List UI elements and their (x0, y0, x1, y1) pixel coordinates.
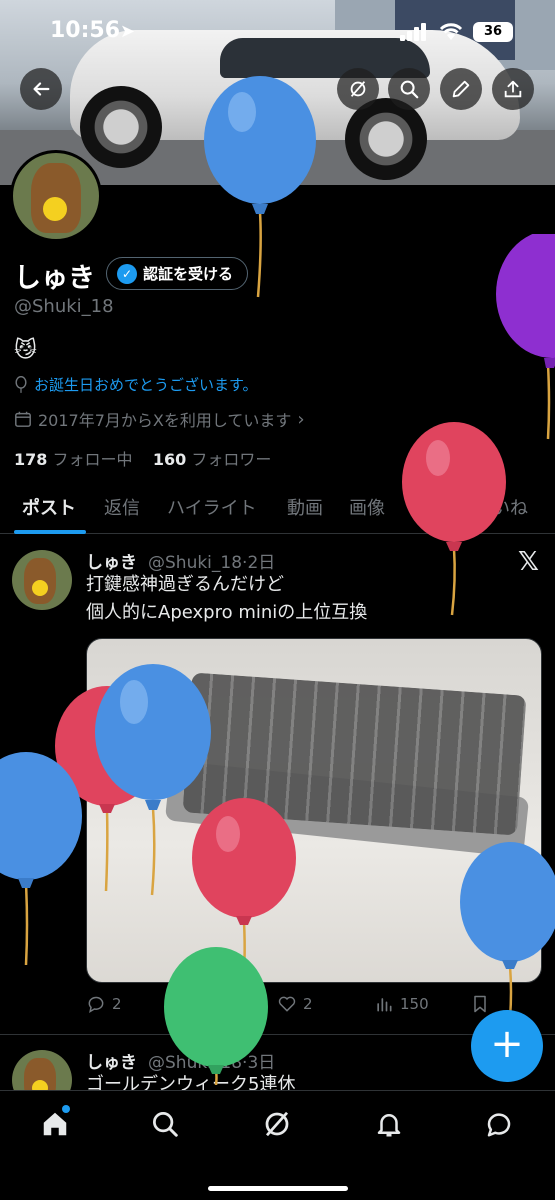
following-link[interactable]: 178 フォロー中 (14, 450, 133, 469)
banner-car-wheel (80, 86, 162, 168)
balloon-decoration (0, 752, 82, 966)
location-arrow-icon: ➤ (120, 21, 136, 42)
profile-handle: @Shuki_18 (14, 296, 114, 317)
back-button[interactable] (20, 68, 62, 110)
reply-button[interactable]: 2 (86, 994, 122, 1014)
tab-images[interactable]: 画像 (349, 494, 385, 520)
notification-dot (62, 1105, 70, 1113)
share-button[interactable] (492, 68, 534, 110)
share-icon (504, 80, 522, 98)
bottom-navigation (0, 1090, 555, 1200)
grok-icon (350, 81, 366, 97)
chevron-right-icon: › (297, 408, 305, 430)
search-icon (153, 1112, 178, 1137)
post-text-line: 打鍵感神過ぎるんだけど (86, 574, 284, 595)
followers-count: 160 (152, 450, 187, 469)
verified-badge-icon: ✓ (117, 263, 137, 284)
profile-bio: 😼 (14, 338, 37, 363)
active-tab-indicator (14, 530, 86, 534)
status-time: 10:56 (50, 18, 121, 43)
tab-videos[interactable]: 動画 (287, 494, 323, 520)
following-count: 178 (14, 450, 48, 469)
balloon-icon (15, 375, 27, 393)
tab-posts[interactable]: ポスト (22, 494, 76, 520)
nav-search[interactable] (150, 1109, 184, 1143)
reply-icon (88, 996, 104, 1014)
tab-replies[interactable]: 返信 (104, 494, 140, 520)
grok-icon (265, 1111, 289, 1137)
edit-button[interactable] (440, 68, 482, 110)
bell-icon (377, 1114, 401, 1137)
search-button[interactable] (388, 68, 430, 110)
profile-name: しゅき (14, 263, 95, 294)
follow-stats: 178 フォロー中 160 フォロワー (14, 446, 271, 470)
status-bar: 10:56 ➤ 36 (0, 16, 555, 50)
grok-button[interactable] (337, 68, 379, 110)
reply-count: 2 (112, 995, 122, 1013)
joined-date[interactable]: 2017年7月からXを利用しています › (14, 407, 305, 431)
nav-messages[interactable] (484, 1109, 518, 1143)
tab-highlights[interactable]: ハイライト (167, 494, 257, 520)
balloon-decoration (164, 947, 268, 1085)
post-author: しゅき (86, 553, 137, 573)
views-button[interactable]: 150 (374, 994, 429, 1014)
compose-post-button[interactable]: + (471, 1010, 543, 1082)
like-count: 2 (303, 995, 313, 1013)
views-chart-icon (377, 998, 392, 1012)
pencil-icon (452, 80, 470, 98)
x-logo-icon: 𝕏 (518, 547, 539, 577)
balloon-decoration (402, 422, 506, 616)
home-indicator (208, 1186, 348, 1191)
calendar-icon (15, 411, 31, 427)
nav-notifications[interactable] (374, 1109, 408, 1143)
wifi-icon (439, 23, 463, 40)
balloon-decoration (496, 234, 555, 440)
cellular-signal-icon (400, 22, 428, 41)
birthday-text: お誕生日おめでとうございます。 (34, 376, 258, 394)
nav-grok[interactable] (262, 1109, 296, 1143)
views-count: 150 (400, 995, 429, 1013)
followers-label: フォロワー (191, 450, 272, 469)
post-author: しゅき (86, 1053, 137, 1073)
home-icon (43, 1112, 67, 1136)
post-meta: @Shuki_18·2日 (148, 553, 276, 573)
search-icon (400, 80, 419, 99)
balloon-decoration (460, 842, 555, 1019)
chat-bubble-icon (487, 1113, 511, 1137)
profile-avatar[interactable] (10, 150, 102, 242)
post-avatar[interactable] (12, 550, 72, 610)
post-text-line: 個人的にApexpro miniの上位互換 (86, 602, 368, 623)
balloon-decoration (204, 76, 316, 298)
nav-home[interactable] (40, 1109, 74, 1143)
following-label: フォロー中 (52, 450, 133, 469)
avatar-flower (43, 197, 67, 221)
followers-link[interactable]: 160 フォロワー (153, 450, 272, 469)
birthday-line[interactable]: お誕生日おめでとうございます。 (14, 374, 258, 395)
arrow-left-icon (33, 82, 50, 96)
banner-car-wheel (345, 98, 427, 180)
joined-text: 2017年7月からXを利用しています (38, 411, 292, 430)
battery-indicator: 36 (473, 22, 513, 42)
avatar-flower (32, 580, 48, 596)
